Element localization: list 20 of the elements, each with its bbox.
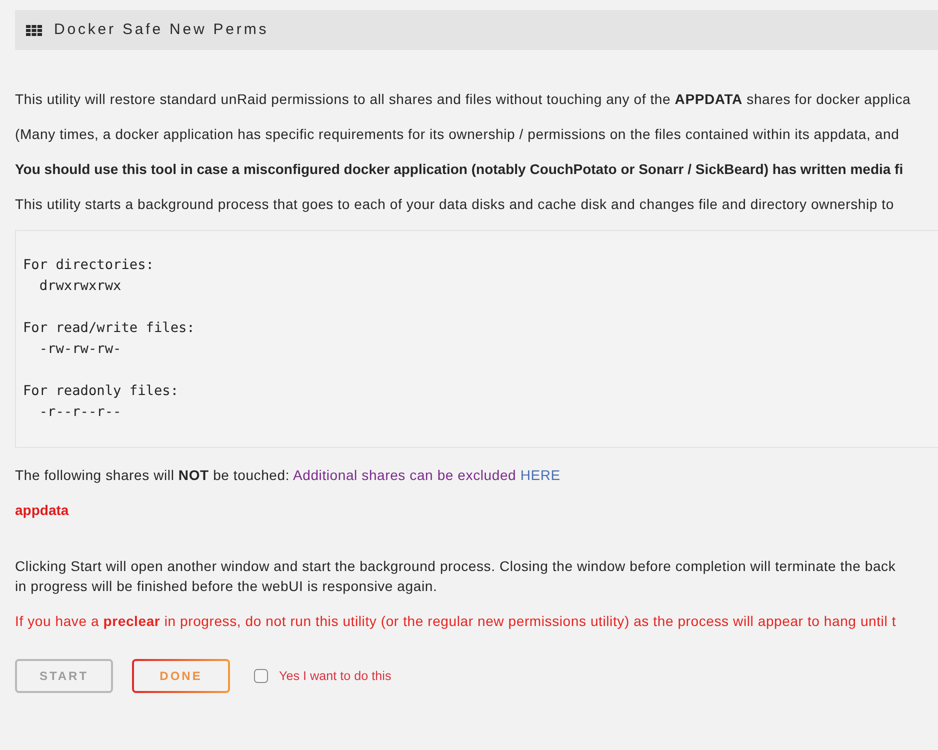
info-paragraph: You should use this tool in case a misconfigured docker application (notably CouchPotato or Sonarr / SickBeard) has written media fi xyxy=(15,160,904,179)
code-line: drwxrwxrwx xyxy=(38,277,122,296)
excluded-shares-note: The following shares will NOT be touched: Additional shares can be excluded HERE xyxy=(15,466,562,485)
warning-text: If you have a preclear in progress, do not run this utility (or the regular new permissions utility) as the process will appear to hang until t xyxy=(15,612,898,631)
page-title: Docker Safe New Perms xyxy=(54,20,269,40)
here-link[interactable]: HERE xyxy=(520,467,560,483)
done-button[interactable]: DONE xyxy=(132,659,230,693)
grid-icon xyxy=(26,24,42,36)
code-line: -rw-rw-rw- xyxy=(38,340,122,359)
share-name: appdata xyxy=(15,501,70,520)
code-line: For directories: xyxy=(23,256,155,275)
info-paragraph: This utility will restore standard unRaid permissions to all shares and files without touching any of the APPDATA shares for docker applica xyxy=(15,90,912,109)
info-paragraph: This utility starts a background process that goes to each of your data disks and cache disk and changes file and directory ownership to xyxy=(15,195,895,214)
info-paragraph: (Many times, a docker application has specific requirements for its ownership / permissions on the files contained within its appdata, and xyxy=(15,125,900,144)
start-note: Clicking Start will open another window and start the background process. Closing the window before completion will terminate the back in progress will be finished before the webUI is responsive again. xyxy=(15,557,897,596)
code-line: For read/write files: xyxy=(23,319,196,338)
code-line: -r--r--r-- xyxy=(38,403,122,422)
code-line: For readonly files: xyxy=(23,382,180,401)
confirm-label[interactable]: Yes I want to do this xyxy=(279,666,392,686)
confirm-checkbox[interactable] xyxy=(254,668,268,683)
